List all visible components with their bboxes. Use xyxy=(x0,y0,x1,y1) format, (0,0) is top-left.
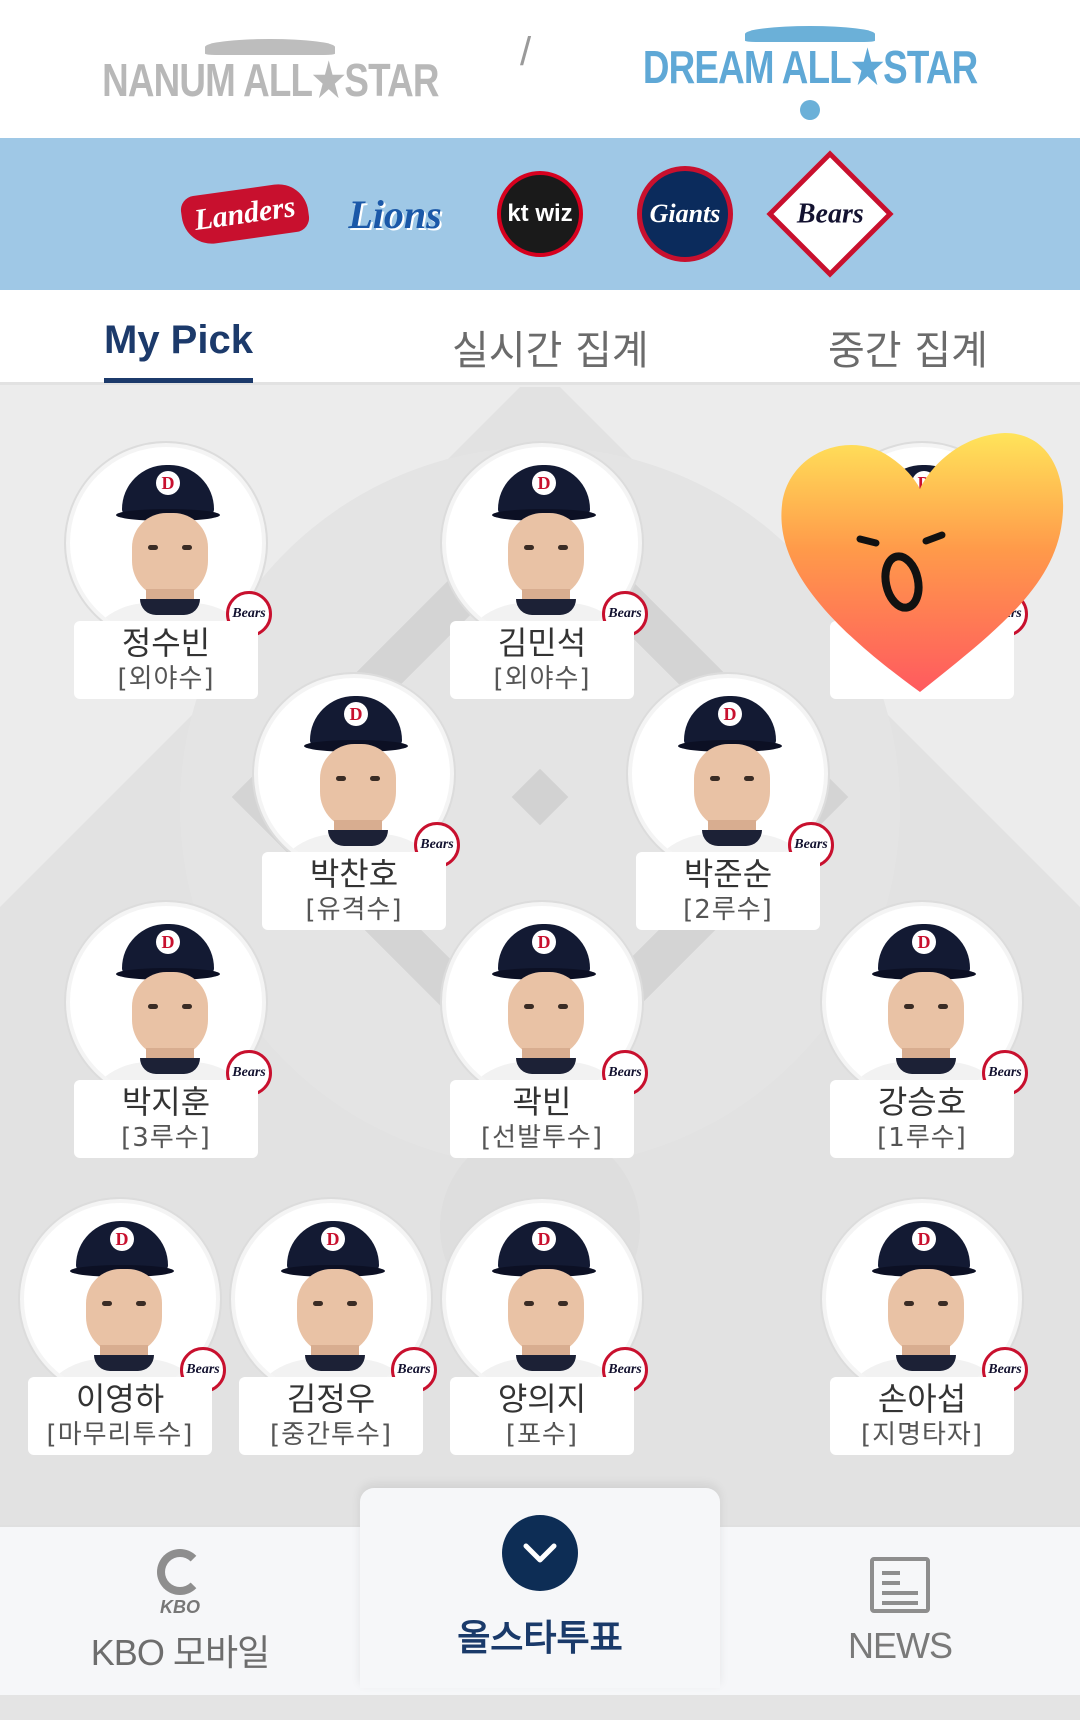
vote-button-label: 올스타투표 xyxy=(457,1618,623,1659)
ssg-landers-logo: Landers xyxy=(179,180,311,248)
allstar-vote-button[interactable]: 올스타투표 xyxy=(360,1488,720,1688)
kt-wiz-logo: kt wiz xyxy=(497,171,583,257)
player-namecard: 양의지 [포수] xyxy=(450,1377,634,1455)
nav-kbo-label: KBO 모바일 xyxy=(90,1631,270,1673)
team-landers[interactable]: Landers xyxy=(179,166,311,262)
team-bears[interactable]: Bears xyxy=(766,150,894,278)
player-position: [2루수] xyxy=(683,895,773,925)
player-position: [외야수] xyxy=(117,664,215,694)
player-position: [지명타자] xyxy=(861,1420,983,1450)
kbo-logo-text: KBO xyxy=(160,1596,200,1617)
tab-my-pick[interactable]: My Pick xyxy=(104,318,253,383)
kbo-logo-icon xyxy=(157,1548,203,1595)
heart-face-sticker xyxy=(781,433,1064,692)
player-position: [1루수] xyxy=(877,1123,967,1153)
team-giants[interactable]: Giants xyxy=(625,166,745,262)
player-card-rp[interactable]: D Bears 김정우 [중간투수] xyxy=(231,1199,437,1463)
player-namecard: 이영하 [마무리투수] xyxy=(28,1377,212,1455)
nav-news-label: NEWS xyxy=(848,1625,953,1666)
player-position: [포수] xyxy=(505,1420,579,1450)
player-name: 이영하 xyxy=(75,1380,165,1418)
player-card-cp[interactable]: D Bears 이영하 [마무리투수] xyxy=(20,1199,226,1463)
nav-kbo-mobile[interactable]: KBO KBO 모바일 xyxy=(60,1527,300,1697)
player-card-ss[interactable]: D Bears 박찬호 [유격수] xyxy=(254,674,460,938)
player-position: [외야수] xyxy=(493,664,591,694)
player-position: [마무리투수] xyxy=(46,1420,194,1450)
player-card-c[interactable]: D Bears 양의지 [포수] xyxy=(442,1199,648,1463)
tab-interim-count[interactable]: 중간 집계 xyxy=(828,318,988,376)
tab-realtime-count[interactable]: 실시간 집계 xyxy=(452,318,649,376)
player-namecard: 곽빈 [선발투수] xyxy=(450,1080,634,1158)
player-card-3b[interactable]: D Bears 박지훈 [3루수] xyxy=(66,902,272,1166)
lotte-giants-logo: Giants xyxy=(637,166,733,262)
player-card-1b[interactable]: D Bears 강승호 [1루수] xyxy=(822,902,1028,1166)
dream-allstar-tab[interactable]: DREAM ALL★STAR xyxy=(630,10,990,130)
newspaper-icon xyxy=(870,1557,930,1613)
player-card-sp[interactable]: D Bears 곽빈 [선발투수] xyxy=(442,902,648,1166)
player-position: [선발투수] xyxy=(481,1123,603,1153)
nav-news[interactable]: NEWS xyxy=(780,1527,1020,1697)
player-name: 박준순 xyxy=(683,855,773,893)
player-card-cf[interactable]: D Bears 김민석 [외야수] xyxy=(442,443,648,707)
nanum-allstar-tab[interactable]: NANUM ALL★STAR xyxy=(90,10,450,130)
player-name: 곽빈 xyxy=(512,1083,572,1121)
league-header: NANUM ALL★STAR / DREAM ALL★STAR xyxy=(0,0,1080,138)
player-namecard: 손아섭 [지명타자] xyxy=(830,1377,1014,1455)
player-name: 정수빈 xyxy=(121,624,211,662)
player-name: 손아섭 xyxy=(877,1380,967,1418)
player-card-lf[interactable]: D Bears 정수빈 [외야수] xyxy=(66,443,272,707)
dream-allstar-label: DREAM ALL★STAR xyxy=(642,41,978,93)
player-position: [유격수] xyxy=(305,895,403,925)
player-namecard: 김민석 [외야수] xyxy=(450,621,634,699)
samsung-lions-logo: Lions xyxy=(348,191,442,237)
bears-logo-text: Bears xyxy=(796,198,864,229)
player-position: [중간투수] xyxy=(270,1420,392,1450)
active-indicator-dot xyxy=(800,100,820,120)
player-name: 박지훈 xyxy=(121,1083,211,1121)
nanum-allstar-label: NANUM ALL★STAR xyxy=(101,54,439,106)
result-tabs: My Pick 실시간 집계 중간 집계 xyxy=(0,290,1080,385)
team-ktwiz[interactable]: kt wiz xyxy=(480,166,600,262)
player-namecard: 박지훈 [3루수] xyxy=(74,1080,258,1158)
player-name: 양의지 xyxy=(497,1380,587,1418)
player-position: [3루수] xyxy=(121,1123,211,1153)
team-logo-bar: Landers Lions kt wiz Giants Bears xyxy=(0,138,1080,290)
system-bottom-bar xyxy=(0,1695,1080,1720)
baseball-field: D Bears 정수빈 [외야수] D Bears 김민석 [외야수] D Be… xyxy=(0,387,1080,1527)
player-namecard: 박준순 [2루수] xyxy=(636,852,820,930)
allstar-vote-screen: NANUM ALL★STAR / DREAM ALL★STAR Landers … xyxy=(0,0,1080,1720)
player-namecard: 김정우 [중간투수] xyxy=(239,1377,423,1455)
player-name: 강승호 xyxy=(877,1083,967,1121)
player-namecard: 박찬호 [유격수] xyxy=(262,852,446,930)
doosan-bears-logo: Bears xyxy=(766,150,894,278)
player-name: 박찬호 xyxy=(309,855,399,893)
chevron-down-icon xyxy=(502,1515,578,1591)
player-card-dh[interactable]: D Bears 손아섭 [지명타자] xyxy=(822,1199,1028,1463)
team-lions[interactable]: Lions xyxy=(335,166,455,262)
league-separator: / xyxy=(520,30,532,74)
player-name: 김민석 xyxy=(497,624,587,662)
player-card-2b[interactable]: D Bears 박준순 [2루수] xyxy=(628,674,834,938)
player-name: 김정우 xyxy=(286,1380,376,1418)
player-namecard: 강승호 [1루수] xyxy=(830,1080,1014,1158)
player-namecard: 정수빈 [외야수] xyxy=(74,621,258,699)
